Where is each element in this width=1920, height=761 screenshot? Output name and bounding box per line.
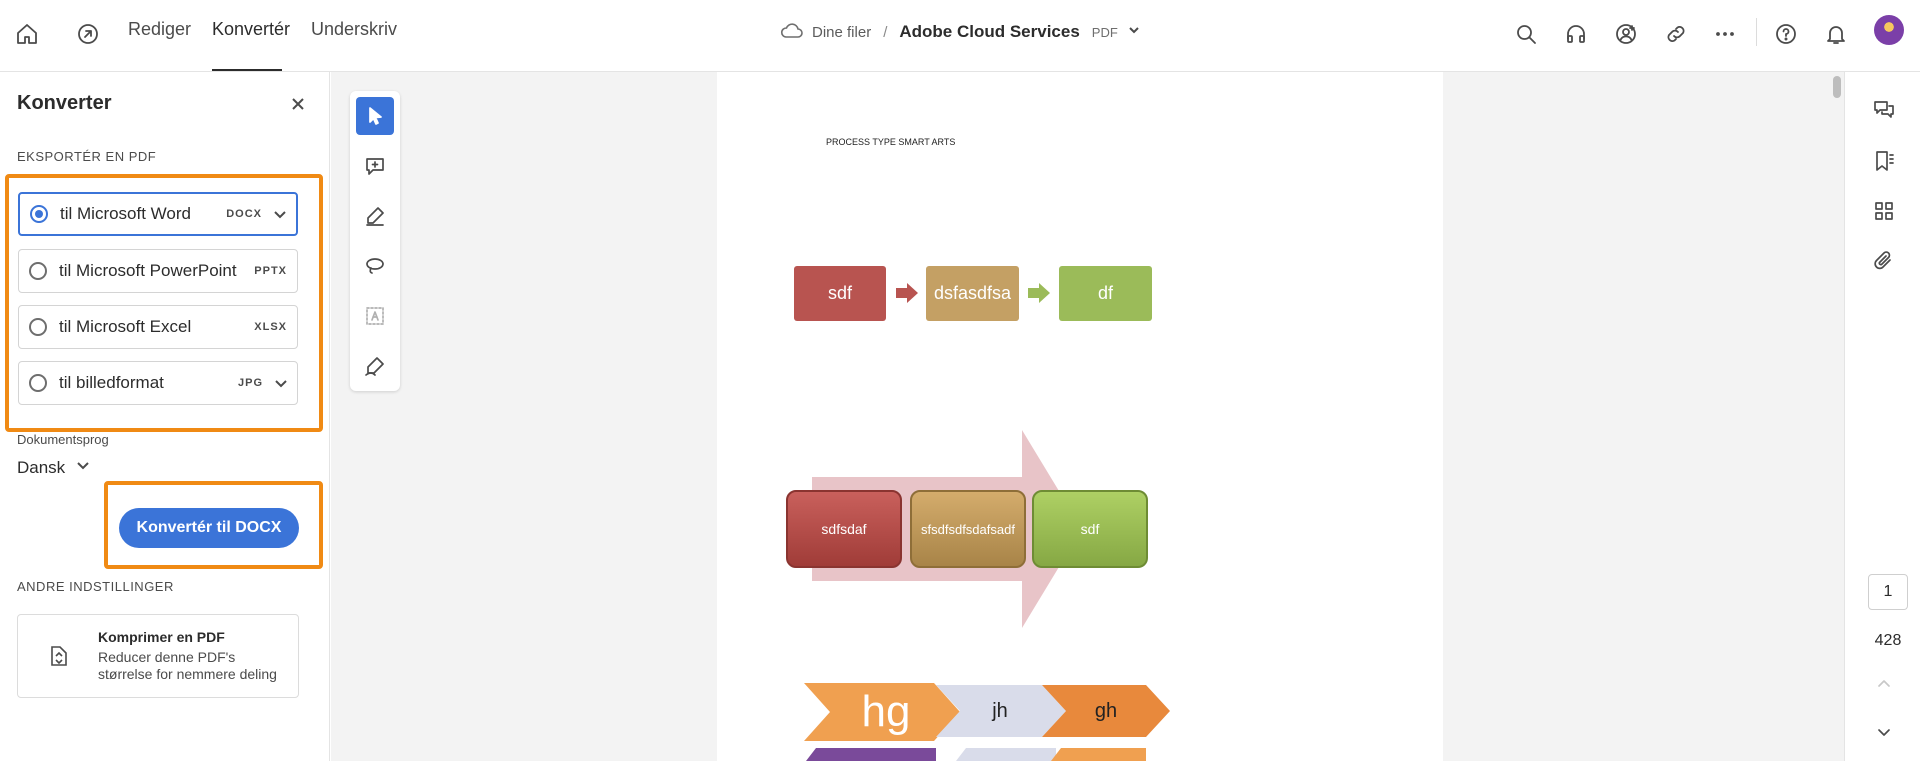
tools-icon[interactable] xyxy=(72,18,104,50)
card-description: Reducer denne PDF's størrelse for nemmer… xyxy=(98,649,277,682)
link-icon[interactable] xyxy=(1660,18,1692,50)
language-select[interactable]: Dansk xyxy=(17,457,91,478)
right-rail xyxy=(1844,72,1920,761)
avatar[interactable] xyxy=(1874,15,1904,45)
share-user-icon[interactable] xyxy=(1610,18,1642,50)
process1-box: dsfasdfsa xyxy=(926,266,1019,321)
process2-box: sdfsdaf xyxy=(786,490,902,568)
home-icon[interactable] xyxy=(11,18,43,50)
arrow-right-icon xyxy=(896,283,918,303)
sign-icon[interactable] xyxy=(356,347,394,385)
current-page-input[interactable]: 1 xyxy=(1868,574,1908,610)
highlight-pen-icon[interactable] xyxy=(356,197,394,235)
active-tab-indicator xyxy=(212,69,282,71)
option-label: til billedformat xyxy=(59,373,164,392)
tab-rediger[interactable]: Rediger xyxy=(128,19,191,40)
convert-button[interactable]: Konvertér til DOCX xyxy=(119,508,299,548)
option-powerpoint[interactable]: til Microsoft PowerPoint PPTX xyxy=(18,249,298,293)
help-icon[interactable] xyxy=(1770,18,1802,50)
next-row-shapes xyxy=(806,748,1146,761)
compress-pdf-card[interactable]: Komprimer en PDF Reducer denne PDF's stø… xyxy=(17,614,299,698)
option-format: JPG xyxy=(237,377,263,389)
tab-underskriv[interactable]: Underskriv xyxy=(311,19,397,40)
breadcrumb-separator: / xyxy=(883,23,888,41)
top-bar: Rediger Konvertér Underskriv Dine filer … xyxy=(0,0,1920,72)
document-heading: PROCESS TYPE SMART ARTS xyxy=(826,137,956,147)
process2-box: sdf xyxy=(1032,490,1148,568)
vertical-scrollbar[interactable] xyxy=(1829,72,1843,761)
breadcrumb-files-link[interactable]: Dine filer xyxy=(812,24,871,41)
lasso-icon[interactable] xyxy=(356,247,394,285)
option-image[interactable]: til billedformat JPG xyxy=(18,361,298,405)
total-pages: 428 xyxy=(1874,632,1902,649)
chevron-down-icon xyxy=(75,457,91,478)
language-label: Dokumentsprog xyxy=(17,432,109,447)
chevron-down-icon[interactable] xyxy=(1126,22,1142,43)
cloud-icon xyxy=(780,20,804,45)
pdf-page xyxy=(717,72,1443,761)
search-icon[interactable] xyxy=(1510,18,1542,50)
document-format: PDF xyxy=(1091,24,1118,40)
option-word[interactable]: til Microsoft Word DOCX xyxy=(18,192,298,236)
option-label: til Microsoft Excel xyxy=(59,317,192,336)
close-icon[interactable] xyxy=(288,94,308,114)
option-format: PPTX xyxy=(254,265,287,277)
comments-icon[interactable] xyxy=(1872,98,1898,124)
radio-selected[interactable] xyxy=(30,205,48,223)
option-label: til Microsoft Word xyxy=(60,204,191,223)
add-comment-icon[interactable] xyxy=(356,147,394,185)
chevron-down-icon[interactable] xyxy=(1872,720,1898,746)
language-value: Dansk xyxy=(17,457,66,477)
radio[interactable] xyxy=(29,262,47,280)
bookmark-icon[interactable] xyxy=(1872,149,1898,175)
breadcrumb: Dine filer / Adobe Cloud Services PDF xyxy=(780,20,1142,44)
toolbar-divider xyxy=(1756,18,1757,46)
arrow-right-icon xyxy=(1028,283,1050,303)
text-box-icon[interactable] xyxy=(356,297,394,335)
select-tool-icon[interactable] xyxy=(356,97,394,135)
headphones-icon[interactable] xyxy=(1560,18,1592,50)
radio[interactable] xyxy=(29,318,47,336)
chevron-down-icon[interactable] xyxy=(272,206,288,222)
compress-icon xyxy=(46,643,72,669)
more-icon[interactable] xyxy=(1709,18,1741,50)
process3-label: jh xyxy=(992,699,1008,722)
option-excel[interactable]: til Microsoft Excel XLSX xyxy=(18,305,298,349)
attachment-icon[interactable] xyxy=(1872,249,1898,275)
option-format: XLSX xyxy=(254,321,287,333)
tool-rail xyxy=(350,91,400,391)
thumbnails-icon[interactable] xyxy=(1872,199,1898,225)
option-format: DOCX xyxy=(226,208,262,220)
chevron-down-icon[interactable] xyxy=(273,375,289,391)
card-title: Komprimer en PDF xyxy=(98,629,225,645)
process2-box: sfsdfsdfsdafsadf xyxy=(910,490,1026,568)
panel-title: Konverter xyxy=(17,92,112,114)
scrollbar-thumb[interactable] xyxy=(1833,76,1841,98)
export-section-label: EKSPORTÉR EN PDF xyxy=(17,149,157,164)
process1-box: sdf xyxy=(794,266,886,321)
process1-box: df xyxy=(1059,266,1152,321)
process3-label: hg xyxy=(861,687,911,736)
document-name: Adobe Cloud Services xyxy=(899,22,1080,41)
radio[interactable] xyxy=(29,374,47,392)
option-label: til Microsoft PowerPoint xyxy=(59,261,237,280)
other-section-label: ANDRE INDSTILLINGER xyxy=(17,579,174,594)
tab-konverter[interactable]: Konvertér xyxy=(212,19,290,40)
bell-icon[interactable] xyxy=(1820,18,1852,50)
process3-label: gh xyxy=(1094,699,1118,722)
chevron-up-icon[interactable] xyxy=(1872,672,1898,698)
